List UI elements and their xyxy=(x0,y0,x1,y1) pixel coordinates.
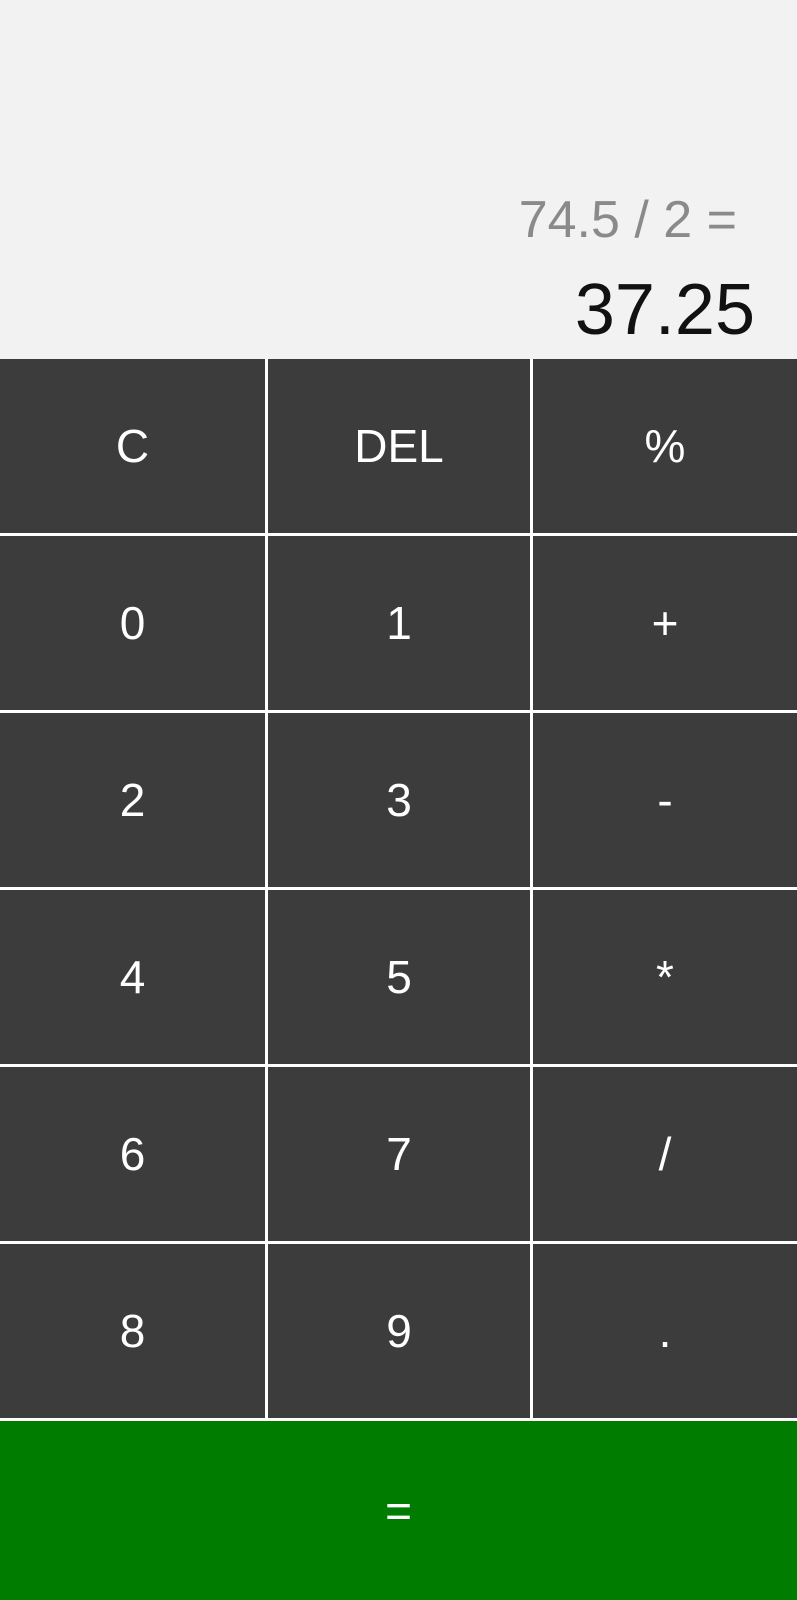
digit-1-button[interactable]: 1 xyxy=(268,536,530,710)
plus-button-label: + xyxy=(651,597,679,649)
equals-button-label: = xyxy=(385,1484,412,1537)
digit-0-label: 0 xyxy=(119,597,146,649)
multiply-button[interactable]: * xyxy=(533,890,797,1064)
decimal-button-label: . xyxy=(658,1305,672,1357)
clear-button-label: C xyxy=(115,420,150,472)
digit-9-label: 9 xyxy=(386,1305,412,1357)
digit-8-label: 8 xyxy=(119,1305,146,1357)
digit-7-label: 7 xyxy=(386,1128,412,1180)
digit-0-button[interactable]: 0 xyxy=(0,536,265,710)
digit-7-button[interactable]: 7 xyxy=(268,1067,530,1241)
delete-button-label: DEL xyxy=(354,420,444,472)
delete-button[interactable]: DEL xyxy=(268,359,530,533)
calculator-display: 74.5 / 2 = 37.25 xyxy=(0,0,797,359)
digit-5-label: 5 xyxy=(386,951,412,1003)
digit-6-button[interactable]: 6 xyxy=(0,1067,265,1241)
digit-3-button[interactable]: 3 xyxy=(268,713,530,887)
plus-button[interactable]: + xyxy=(533,536,797,710)
calculator-app: 74.5 / 2 = 37.25 C DEL % 0 1 + 2 3 - 4 5… xyxy=(0,0,797,1600)
divide-button[interactable]: / xyxy=(533,1067,797,1241)
expression-text: 74.5 / 2 = xyxy=(518,191,737,249)
digit-5-button[interactable]: 5 xyxy=(268,890,530,1064)
minus-button[interactable]: - xyxy=(533,713,797,887)
keypad: C DEL % 0 1 + 2 3 - 4 5 * 6 7 / 8 9 . = xyxy=(0,359,797,1600)
percent-button-label: % xyxy=(644,420,686,472)
digit-3-label: 3 xyxy=(386,774,412,826)
multiply-button-label: * xyxy=(656,951,674,1003)
minus-button-label: - xyxy=(657,774,673,826)
digit-1-label: 1 xyxy=(386,597,412,649)
percent-button[interactable]: % xyxy=(533,359,797,533)
digit-6-label: 6 xyxy=(119,1128,146,1180)
clear-button[interactable]: C xyxy=(0,359,265,533)
digit-9-button[interactable]: 9 xyxy=(268,1244,530,1418)
equals-button[interactable]: = xyxy=(0,1421,797,1600)
digit-4-label: 4 xyxy=(119,951,146,1003)
result-text: 37.25 xyxy=(574,270,755,350)
divide-button-label: / xyxy=(658,1128,672,1180)
digit-2-label: 2 xyxy=(119,774,146,826)
digit-4-button[interactable]: 4 xyxy=(0,890,265,1064)
digit-8-button[interactable]: 8 xyxy=(0,1244,265,1418)
decimal-button[interactable]: . xyxy=(533,1244,797,1418)
digit-2-button[interactable]: 2 xyxy=(0,713,265,887)
